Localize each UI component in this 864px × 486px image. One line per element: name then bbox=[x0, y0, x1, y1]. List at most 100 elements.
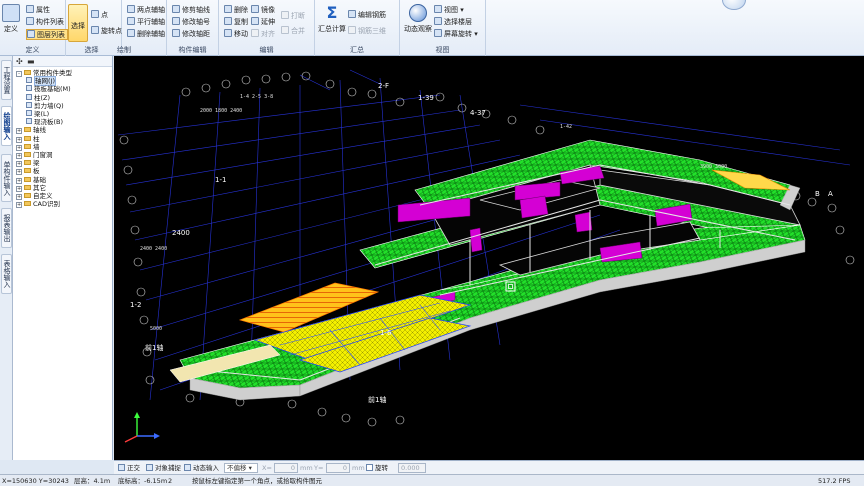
view-mode-dropdown[interactable]: 视图 ▾ bbox=[434, 5, 464, 16]
break-button[interactable]: 打断 bbox=[281, 11, 305, 22]
main-slab bbox=[179, 221, 806, 389]
floor-icon bbox=[434, 17, 442, 25]
3d-viewport[interactable]: 2000 1800 2400 1-4 2-5 3-8 2400 2400 500… bbox=[114, 56, 864, 460]
dynamic-input-icon bbox=[184, 464, 191, 471]
tab-drawing-input[interactable]: 绘图输入 bbox=[1, 106, 12, 146]
expand-icon[interactable]: + bbox=[16, 177, 22, 184]
expand-icon[interactable]: + bbox=[16, 194, 22, 200]
svg-text:3900 3000: 3900 3000 bbox=[700, 164, 727, 170]
tree-label: 基础 bbox=[33, 175, 46, 184]
tree-folder[interactable]: + CAD识别 bbox=[16, 200, 60, 209]
define-button[interactable]: 定义 bbox=[2, 4, 20, 34]
group-view: 动态观察 视图 ▾ 选择楼层 屏幕旋转 ▾ 视图 bbox=[400, 0, 486, 56]
select-button[interactable]: 选择 bbox=[68, 4, 88, 42]
expand-icon[interactable]: + bbox=[16, 153, 22, 159]
tree-item[interactable]: 梁(L) bbox=[26, 110, 49, 118]
tree-item[interactable]: 剪力墙(Q) bbox=[26, 101, 64, 110]
mirror-button[interactable]: 镜像 bbox=[251, 5, 275, 16]
tree-item[interactable]: 筏板基础(M) bbox=[26, 85, 71, 93]
component-icon bbox=[26, 110, 32, 116]
cursor-icon bbox=[72, 5, 84, 19]
two-point-axis-button[interactable]: 两点辅轴 bbox=[127, 5, 165, 16]
edit-rebar-button[interactable]: 编辑钢筋 bbox=[348, 10, 386, 21]
group-draw: 两点辅轴 平行辅轴 删除辅轴 绘制 bbox=[117, 0, 167, 56]
expand-icon[interactable]: + bbox=[16, 202, 22, 209]
rebar-3d-button[interactable]: 钢筋三维 bbox=[348, 26, 386, 37]
component-list-button[interactable]: 构件列表 bbox=[26, 17, 64, 28]
tree-folder[interactable]: + 门窗洞 bbox=[16, 151, 53, 159]
expand-all-icon[interactable]: ✣ bbox=[16, 57, 23, 66]
tree-folder[interactable]: + 其它 bbox=[16, 184, 46, 192]
x-input[interactable]: 0 bbox=[274, 463, 298, 473]
folder-icon bbox=[24, 184, 31, 190]
move-button[interactable]: 移动 bbox=[224, 29, 248, 40]
help-orb-icon[interactable] bbox=[722, 0, 746, 10]
rotate-input[interactable]: 0.000 bbox=[398, 463, 426, 473]
tree-folder[interactable]: + 墙 bbox=[16, 143, 40, 151]
screen-rotate-dropdown[interactable]: 屏幕旋转 ▾ bbox=[434, 29, 478, 40]
summary-calc-button[interactable]: Σ 汇总计算 bbox=[318, 4, 346, 34]
tree-item[interactable]: 柱(Z) bbox=[26, 93, 50, 102]
collapse-icon[interactable]: - bbox=[16, 71, 22, 77]
tab-table-input[interactable]: 表格输入 bbox=[1, 254, 12, 294]
component-icon bbox=[26, 77, 32, 84]
tree-item[interactable]: 现浇板(B) bbox=[26, 118, 63, 126]
tree-folder[interactable]: + 基础 bbox=[16, 176, 46, 184]
move-icon bbox=[224, 29, 232, 37]
axis-label: 4-37 bbox=[470, 109, 486, 117]
delete-button[interactable]: 删除 bbox=[224, 5, 248, 16]
ortho-icon bbox=[118, 464, 125, 471]
tree-label: 梁(L) bbox=[34, 110, 50, 118]
dynamic-view-button[interactable]: 动态观察 bbox=[403, 4, 433, 34]
component-icon bbox=[26, 93, 32, 100]
extend-button[interactable]: 延伸 bbox=[251, 17, 275, 28]
attributes-button[interactable]: 属性 bbox=[26, 5, 50, 16]
tree-folder[interactable]: + 板 bbox=[16, 167, 40, 176]
rotate-point-button[interactable]: 旋转点 bbox=[91, 26, 122, 37]
tree-folder[interactable]: + 梁 bbox=[16, 159, 40, 168]
point-button[interactable]: 点 bbox=[91, 10, 108, 21]
tree-folder[interactable]: + 柱 bbox=[16, 135, 40, 143]
tree-folder[interactable]: + 自定义 bbox=[16, 192, 53, 200]
tab-single-component-input[interactable]: 单构件输入 bbox=[1, 154, 12, 202]
expand-icon[interactable]: + bbox=[16, 169, 22, 176]
y-input[interactable]: 0 bbox=[326, 463, 350, 473]
expand-icon[interactable]: + bbox=[16, 144, 22, 151]
tree-item[interactable]: 轴网(J) bbox=[26, 76, 56, 87]
tree-label: 其它 bbox=[33, 183, 46, 192]
offset-mode-select[interactable]: 不偏移 ▾ bbox=[224, 463, 258, 473]
select-floor-button[interactable]: 选择楼层 bbox=[434, 17, 472, 28]
expand-icon[interactable]: + bbox=[16, 161, 22, 168]
delete-axis-button[interactable]: 删除辅轴 bbox=[127, 29, 165, 40]
dynamic-input-toggle[interactable]: 动态输入 bbox=[184, 463, 219, 473]
modify-axis-distance-button[interactable]: 修改轴距 bbox=[172, 29, 210, 40]
folder-icon bbox=[24, 193, 31, 198]
expand-icon[interactable]: + bbox=[16, 185, 22, 192]
rotate-checkbox[interactable]: 旋转 bbox=[366, 463, 388, 473]
parallel-axis-button[interactable]: 平行辅轴 bbox=[127, 17, 165, 28]
tree-label: 板 bbox=[33, 167, 40, 176]
trim-axis-button[interactable]: 修剪轴线 bbox=[172, 5, 210, 16]
collapse-all-icon[interactable]: ▬ bbox=[27, 57, 35, 66]
ortho-toggle[interactable]: 正交 bbox=[118, 463, 140, 473]
group-edit: 删除 复制 移动 镜像 延伸 对齐 打断 合并 编辑 bbox=[219, 0, 315, 56]
layer-list-button[interactable]: 图层列表 bbox=[26, 29, 68, 40]
x-unit: mm bbox=[300, 464, 313, 472]
vertical-tab-strip: 工程设置 绘图输入 单构件输入 报表输出 表格输入 bbox=[0, 56, 13, 460]
folder-icon bbox=[24, 143, 31, 149]
object-snap-toggle[interactable]: 对象捕捉 bbox=[146, 463, 181, 473]
component-icon bbox=[26, 85, 32, 92]
merge-button[interactable]: 合并 bbox=[281, 26, 305, 37]
folder-icon bbox=[24, 152, 31, 157]
expand-icon[interactable]: + bbox=[16, 128, 22, 135]
x-label: X= bbox=[262, 464, 272, 472]
modify-axis-no-button[interactable]: 修改轴号 bbox=[172, 17, 210, 28]
tree-folder[interactable]: + 轴线 bbox=[16, 126, 46, 135]
expand-icon[interactable]: + bbox=[16, 136, 22, 143]
axis-label: 前1轴 bbox=[145, 343, 163, 352]
align-button[interactable]: 对齐 bbox=[251, 29, 275, 40]
tab-project-settings[interactable]: 工程设置 bbox=[1, 60, 12, 100]
snap-icon bbox=[146, 464, 153, 471]
copy-button[interactable]: 复制 bbox=[224, 17, 248, 28]
tab-report-output[interactable]: 报表输出 bbox=[1, 208, 12, 248]
